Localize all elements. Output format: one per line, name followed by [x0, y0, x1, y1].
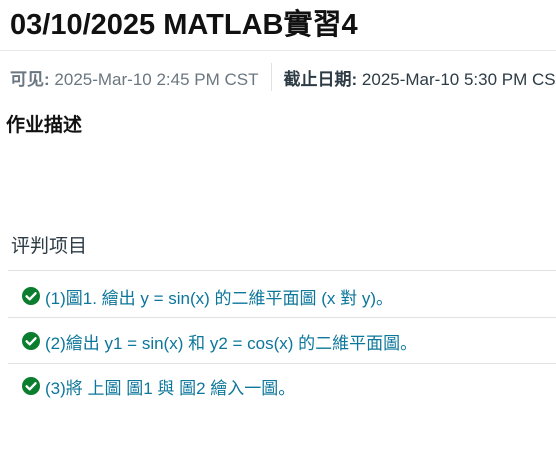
rubric-criterion-label: (2)繪出 y1 = sin(x) 和 y2 = cos(x) 的二維平面圖。 — [45, 333, 418, 353]
rubric-criterion-label: (1)圖1. 繪出 y = sin(x) 的二維平面圖 (x 對 y)。 — [45, 288, 394, 308]
due-date: 截止日期: 2025-Mar-10 5:30 PM CST — [284, 65, 556, 90]
rubric-criterion-3[interactable]: (3)將 上圖 圖1 與 圖2 繪入一圖。 — [22, 372, 295, 400]
meta-divider — [270, 63, 272, 91]
rubric-heading: 评判项目 — [11, 236, 88, 257]
rubric-divider — [8, 270, 556, 271]
title-divider — [0, 50, 556, 51]
visible-date-label: 可见: — [10, 69, 50, 89]
rubric-criterion-1[interactable]: (1)圖1. 繪出 y = sin(x) 的二維平面圖 (x 對 y)。 — [22, 282, 393, 310]
check-circle-icon — [22, 377, 40, 395]
rubric-divider — [8, 363, 556, 364]
due-date-label: 截止日期: — [283, 69, 358, 89]
check-circle-icon — [22, 332, 40, 350]
due-date-value: 2025-Mar-10 5:30 PM CST — [361, 69, 556, 89]
assignment-dates: 可见: 2025-Mar-10 2:45 PM CST 截止日期: 2025-M… — [10, 63, 556, 91]
visible-date-value: 2025-Mar-10 2:45 PM CST — [54, 69, 259, 89]
rubric-divider — [8, 317, 556, 318]
page-title: 03/10/2025 MATLAB實習4 — [10, 9, 358, 41]
rubric-criterion-label: (3)將 上圖 圖1 與 圖2 繪入一圖。 — [45, 378, 296, 398]
visible-date: 可见: 2025-Mar-10 2:45 PM CST — [10, 65, 259, 90]
description-heading: 作业描述 — [6, 115, 83, 136]
assignment-page: 03/10/2025 MATLAB實習4 可见: 2025-Mar-10 2:4… — [0, 0, 556, 460]
check-circle-icon — [22, 287, 40, 305]
rubric-criterion-2[interactable]: (2)繪出 y1 = sin(x) 和 y2 = cos(x) 的二維平面圖。 — [22, 327, 417, 355]
